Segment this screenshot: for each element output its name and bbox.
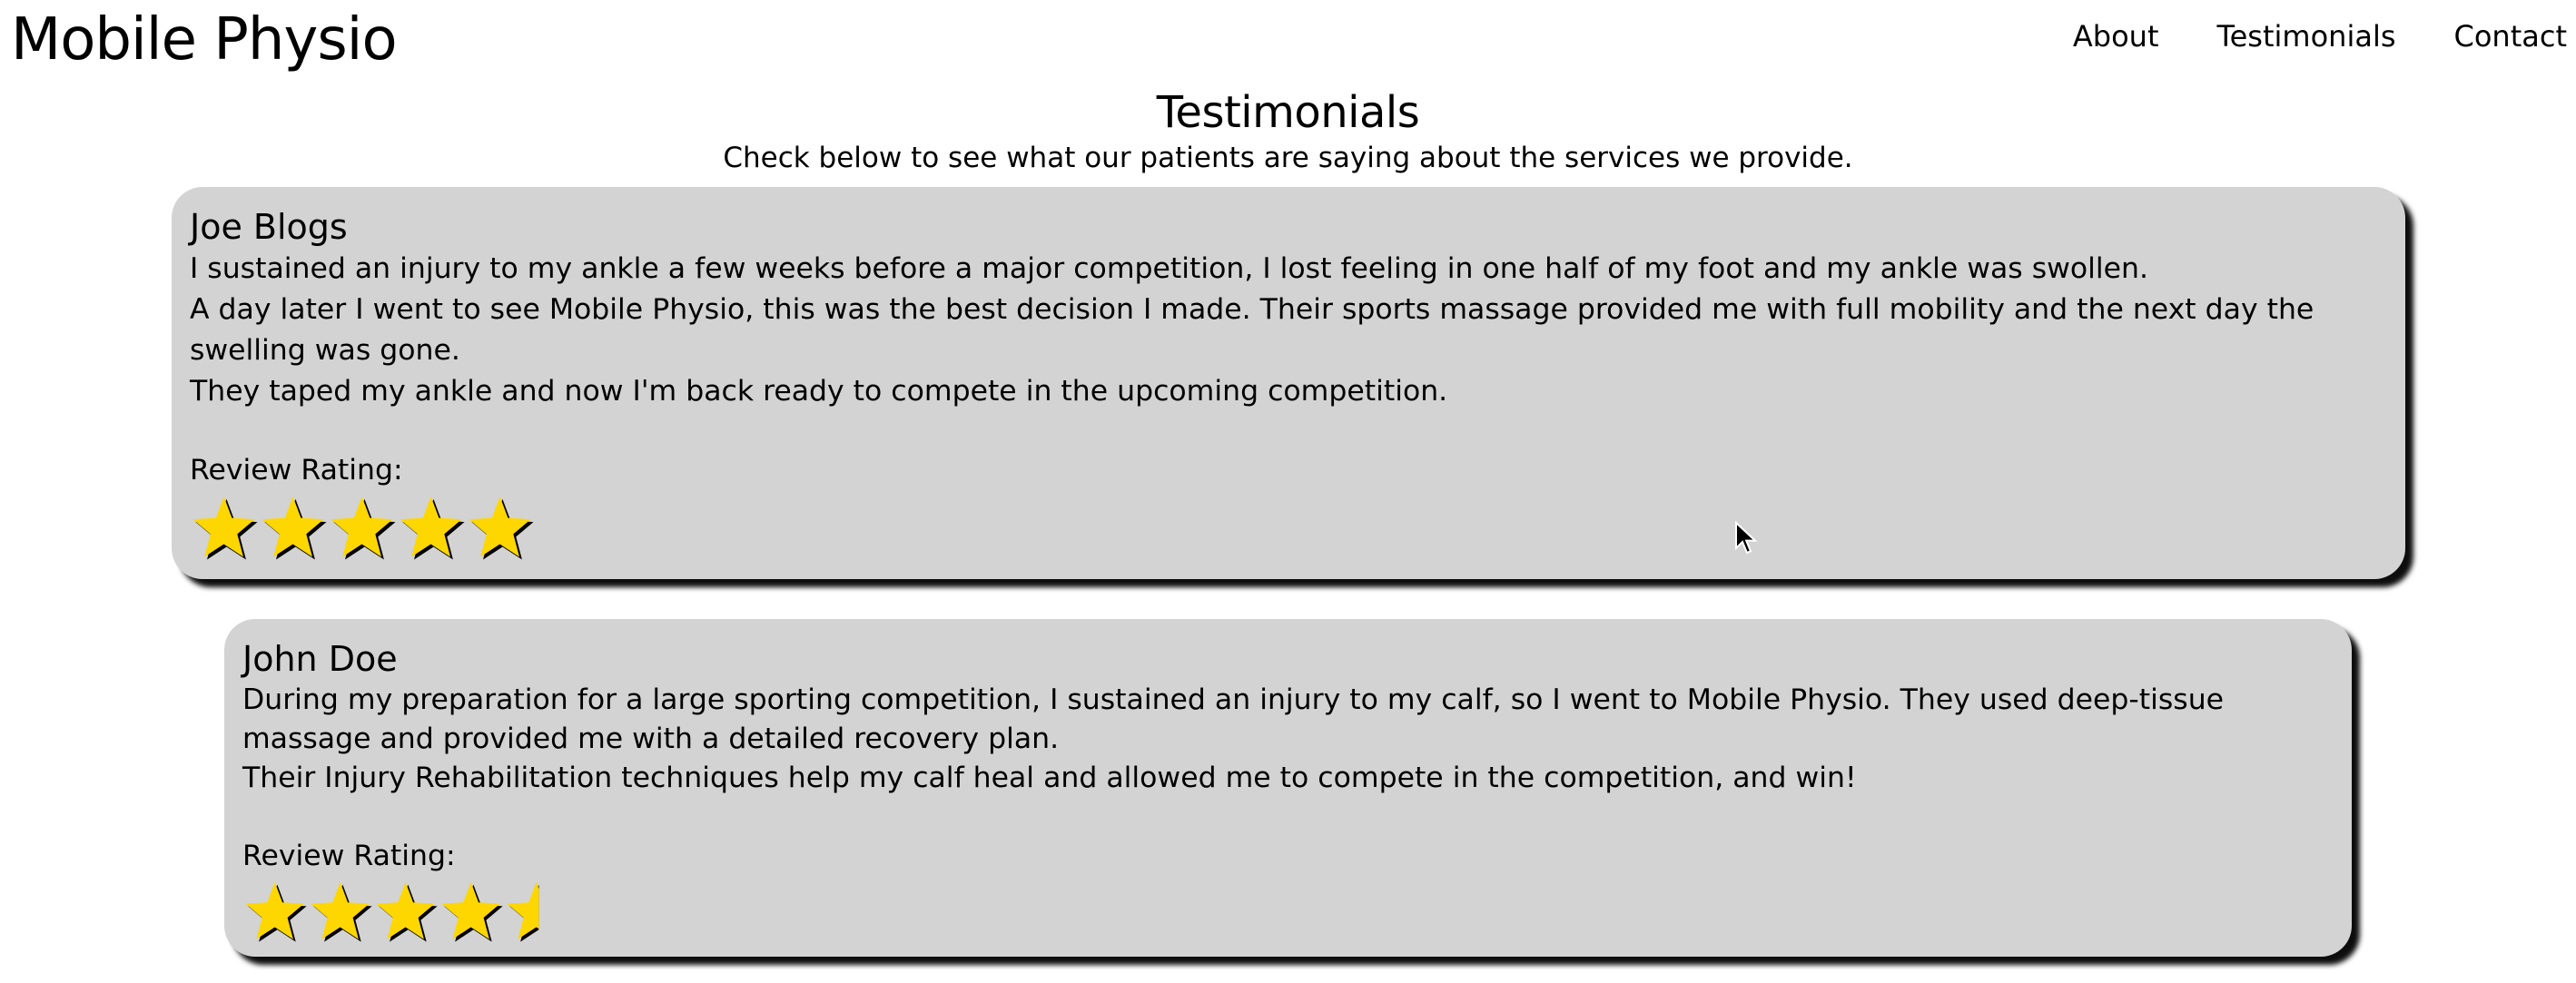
review-text-line: I sustained an injury to my ankle a few … bbox=[190, 252, 2149, 285]
testimonial-card: Joe Blogs I sustained an injury to my an… bbox=[172, 187, 2405, 579]
star-icon bbox=[192, 496, 258, 560]
section-subtitle: Check below to see what our patients are… bbox=[723, 142, 1853, 174]
site-title[interactable]: Mobile Physio bbox=[11, 5, 398, 74]
star-icon bbox=[331, 496, 396, 560]
star-icon bbox=[262, 496, 327, 560]
star-icon bbox=[245, 881, 307, 942]
star-icon bbox=[469, 496, 534, 560]
rating-label: Review Rating: bbox=[190, 454, 403, 487]
page: Mobile Physio About Testimonials Contact… bbox=[0, 0, 2576, 983]
review-text-line: Their Injury Rehabilitation techniques h… bbox=[242, 762, 1857, 794]
reviewer-name: Joe Blogs bbox=[190, 207, 348, 247]
testimonial-card: John Doe During my preparation for a lar… bbox=[224, 619, 2352, 957]
half-star-icon bbox=[507, 881, 539, 942]
review-text-line: They taped my ankle and now I'm back rea… bbox=[190, 375, 1448, 408]
main-nav: About Testimonials Contact bbox=[2015, 16, 2567, 56]
mouse-pointer-icon bbox=[1735, 521, 1758, 555]
nav-link-contact[interactable]: Contact bbox=[2454, 16, 2568, 56]
star-icon bbox=[441, 881, 503, 942]
review-text-line: A day later I went to see Mobile Physio,… bbox=[190, 293, 2314, 367]
rating-label: Review Rating: bbox=[242, 840, 456, 872]
star-icon bbox=[400, 496, 465, 560]
section-title: Testimonials bbox=[1156, 87, 1420, 138]
star-rating bbox=[242, 880, 2334, 943]
star-rating bbox=[190, 494, 2387, 561]
review-text-line: During my preparation for a large sporti… bbox=[242, 683, 2225, 755]
star-icon bbox=[311, 881, 372, 942]
star-icon bbox=[376, 881, 438, 942]
nav-link-testimonials[interactable]: Testimonials bbox=[2217, 16, 2396, 56]
reviewer-name: John Doe bbox=[242, 639, 398, 679]
nav-link-about[interactable]: About bbox=[2073, 16, 2159, 56]
